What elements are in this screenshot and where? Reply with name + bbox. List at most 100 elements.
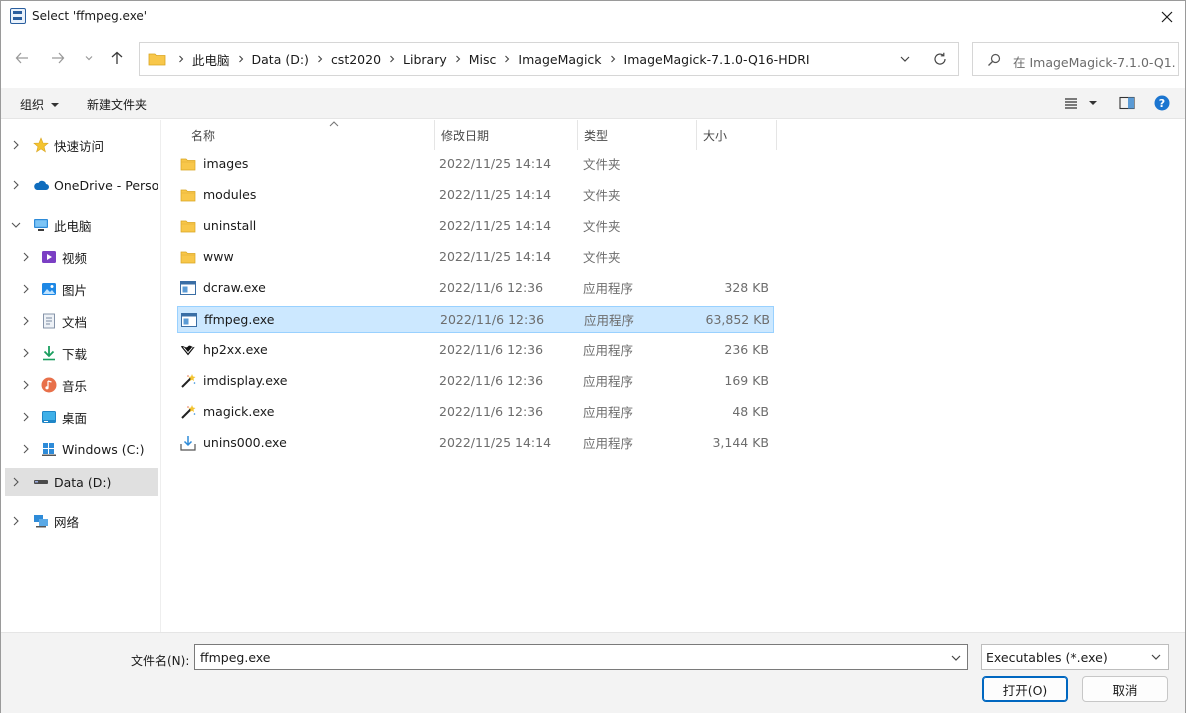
chevron-right-icon[interactable] xyxy=(11,516,21,526)
nav-item-music[interactable]: 音乐 xyxy=(5,371,158,399)
nav-item-pictures[interactable]: 图片 xyxy=(5,275,158,303)
chevron-down-icon xyxy=(951,655,961,661)
file-type: 文件夹 xyxy=(583,250,621,265)
search-input-placeholder[interactable]: 在 ImageMagick-7.1.0-Q1... xyxy=(1013,52,1175,71)
folder-icon xyxy=(180,156,196,172)
exe-window-icon xyxy=(181,312,197,328)
column-header-size[interactable]: 大小 xyxy=(697,120,777,150)
chevron-right-icon[interactable] xyxy=(21,444,31,454)
file-type: 应用程序 xyxy=(584,313,635,328)
file-type: 应用程序 xyxy=(583,374,634,389)
file-row[interactable]: hp2xx.exe 2022/11/6 12:36 应用程序 236 KB xyxy=(177,337,774,364)
file-row[interactable]: modules 2022/11/25 14:14 文件夹 xyxy=(177,182,774,209)
file-modified: 2022/11/25 14:14 xyxy=(439,156,552,171)
navigation-pane: 快速访问 OneDrive - Persor 此电脑 视频 图片 文档 下载 音… xyxy=(1,120,161,632)
file-modified: 2022/11/25 14:14 xyxy=(439,249,552,264)
filename-dropdown[interactable] xyxy=(949,651,963,665)
up-button[interactable] xyxy=(106,47,128,69)
nav-item-windows-c[interactable]: Windows (C:) xyxy=(5,435,158,463)
chevron-right-icon[interactable] xyxy=(21,348,31,358)
file-row[interactable]: www 2022/11/25 14:14 文件夹 xyxy=(177,244,774,271)
nav-item-this-pc[interactable]: 此电脑 xyxy=(5,211,158,239)
file-row[interactable]: ffmpeg.exe 2022/11/6 12:36 应用程序 63,852 KB xyxy=(177,306,774,333)
nav-label: 视频 xyxy=(62,250,88,266)
chevron-right-icon[interactable] xyxy=(11,180,21,190)
file-row[interactable]: unins000.exe 2022/11/25 14:14 应用程序 3,144 KB xyxy=(177,430,774,457)
nav-label: 网络 xyxy=(54,514,80,530)
breadcrumb-this-pc[interactable]: 此电脑 xyxy=(192,50,230,69)
file-name: imdisplay.exe xyxy=(203,373,288,388)
breadcrumb-separator xyxy=(602,55,624,63)
change-view-button[interactable] xyxy=(1064,94,1098,112)
file-name-cell: www xyxy=(180,244,430,269)
chevron-right-icon[interactable] xyxy=(21,284,31,294)
breadcrumb-cst2020[interactable]: cst2020 xyxy=(331,52,381,67)
new-folder-button[interactable]: 新建文件夹 xyxy=(87,96,147,113)
nav-item-documents[interactable]: 文档 xyxy=(5,307,158,335)
cancel-button[interactable]: 取消 xyxy=(1082,676,1168,702)
chevron-right-icon[interactable] xyxy=(21,380,31,390)
arrow-left-icon xyxy=(15,52,28,64)
back-button[interactable] xyxy=(11,47,33,69)
nav-item-videos[interactable]: 视频 xyxy=(5,243,158,271)
file-name: hp2xx.exe xyxy=(203,342,268,357)
breadcrumb-imagemagick[interactable]: ImageMagick xyxy=(518,52,601,67)
file-size: 63,852 KB xyxy=(705,312,770,327)
file-size: 236 KB xyxy=(724,342,769,357)
file-modified: 2022/11/6 12:36 xyxy=(439,280,544,295)
nav-item-network[interactable]: 网络 xyxy=(5,507,158,535)
file-name-cell: imdisplay.exe xyxy=(180,368,430,393)
chevron-right-icon[interactable] xyxy=(21,412,31,422)
file-name-cell: unins000.exe xyxy=(180,430,430,455)
chevron-right-icon[interactable] xyxy=(21,252,31,262)
chevron-down-icon xyxy=(1151,654,1161,660)
refresh-button[interactable] xyxy=(932,51,948,67)
nav-item-quick-access[interactable]: 快速访问 xyxy=(5,131,158,159)
forward-button[interactable] xyxy=(47,47,69,69)
video-icon xyxy=(41,249,57,265)
filename-input[interactable] xyxy=(194,644,968,670)
breadcrumb-misc[interactable]: Misc xyxy=(469,52,497,67)
help-button[interactable]: ? xyxy=(1154,94,1170,112)
address-bar[interactable]: 此电脑 Data (D:) cst2020 Library Misc Image… xyxy=(139,42,959,76)
file-name-cell: dcraw.exe xyxy=(180,275,430,300)
chevron-down-icon[interactable] xyxy=(11,220,21,230)
organize-menu-button[interactable]: 组织 xyxy=(20,96,60,113)
file-type: 应用程序 xyxy=(583,436,634,451)
chevron-right-icon[interactable] xyxy=(11,140,21,150)
open-button[interactable]: 打开(O) xyxy=(982,676,1068,702)
breadcrumb-separator xyxy=(170,55,192,63)
breadcrumb: 此电脑 Data (D:) cst2020 Library Misc Image… xyxy=(148,43,810,75)
breadcrumb-data-d[interactable]: Data (D:) xyxy=(252,52,309,67)
file-row[interactable]: dcraw.exe 2022/11/6 12:36 应用程序 328 KB xyxy=(177,275,774,302)
file-name: www xyxy=(203,249,234,264)
preview-pane-button[interactable] xyxy=(1119,94,1135,112)
recent-locations-button[interactable] xyxy=(78,47,100,69)
search-box[interactable]: 在 ImageMagick-7.1.0-Q1... xyxy=(972,42,1179,76)
nav-item-onedrive[interactable]: OneDrive - Persor xyxy=(5,171,158,199)
nav-item-desktop[interactable]: 桌面 xyxy=(5,403,158,431)
nav-label: 下载 xyxy=(62,346,88,362)
file-row[interactable]: imdisplay.exe 2022/11/6 12:36 应用程序 169 KB xyxy=(177,368,774,395)
chevron-right-icon[interactable] xyxy=(11,477,21,487)
breadcrumb-imagemagick-version[interactable]: ImageMagick-7.1.0-Q16-HDRI xyxy=(624,52,810,67)
column-header-name[interactable]: 名称 xyxy=(185,120,435,150)
chevron-right-icon[interactable] xyxy=(21,316,31,326)
file-row[interactable]: magick.exe 2022/11/6 12:36 应用程序 48 KB xyxy=(177,399,774,426)
file-type: 应用程序 xyxy=(583,405,634,420)
nav-item-data-d[interactable]: Data (D:) xyxy=(5,468,158,496)
file-modified: 2022/11/6 12:36 xyxy=(439,342,544,357)
nav-label: 桌面 xyxy=(62,410,88,426)
column-header-type[interactable]: 类型 xyxy=(578,120,697,150)
breadcrumb-separator xyxy=(496,55,518,63)
filename-label: 文件名(N): xyxy=(131,654,190,668)
column-header-modified[interactable]: 修改日期 xyxy=(435,120,578,150)
nav-item-downloads[interactable]: 下载 xyxy=(5,339,158,367)
breadcrumb-library[interactable]: Library xyxy=(403,52,447,67)
file-row[interactable]: images 2022/11/25 14:14 文件夹 xyxy=(177,151,774,178)
filetype-select[interactable]: Executables (*.exe) xyxy=(981,644,1169,670)
address-history-dropdown[interactable] xyxy=(898,52,912,66)
file-row[interactable]: uninstall 2022/11/25 14:14 文件夹 xyxy=(177,213,774,240)
close-button[interactable] xyxy=(1155,5,1179,29)
breadcrumb-separator xyxy=(230,55,252,63)
